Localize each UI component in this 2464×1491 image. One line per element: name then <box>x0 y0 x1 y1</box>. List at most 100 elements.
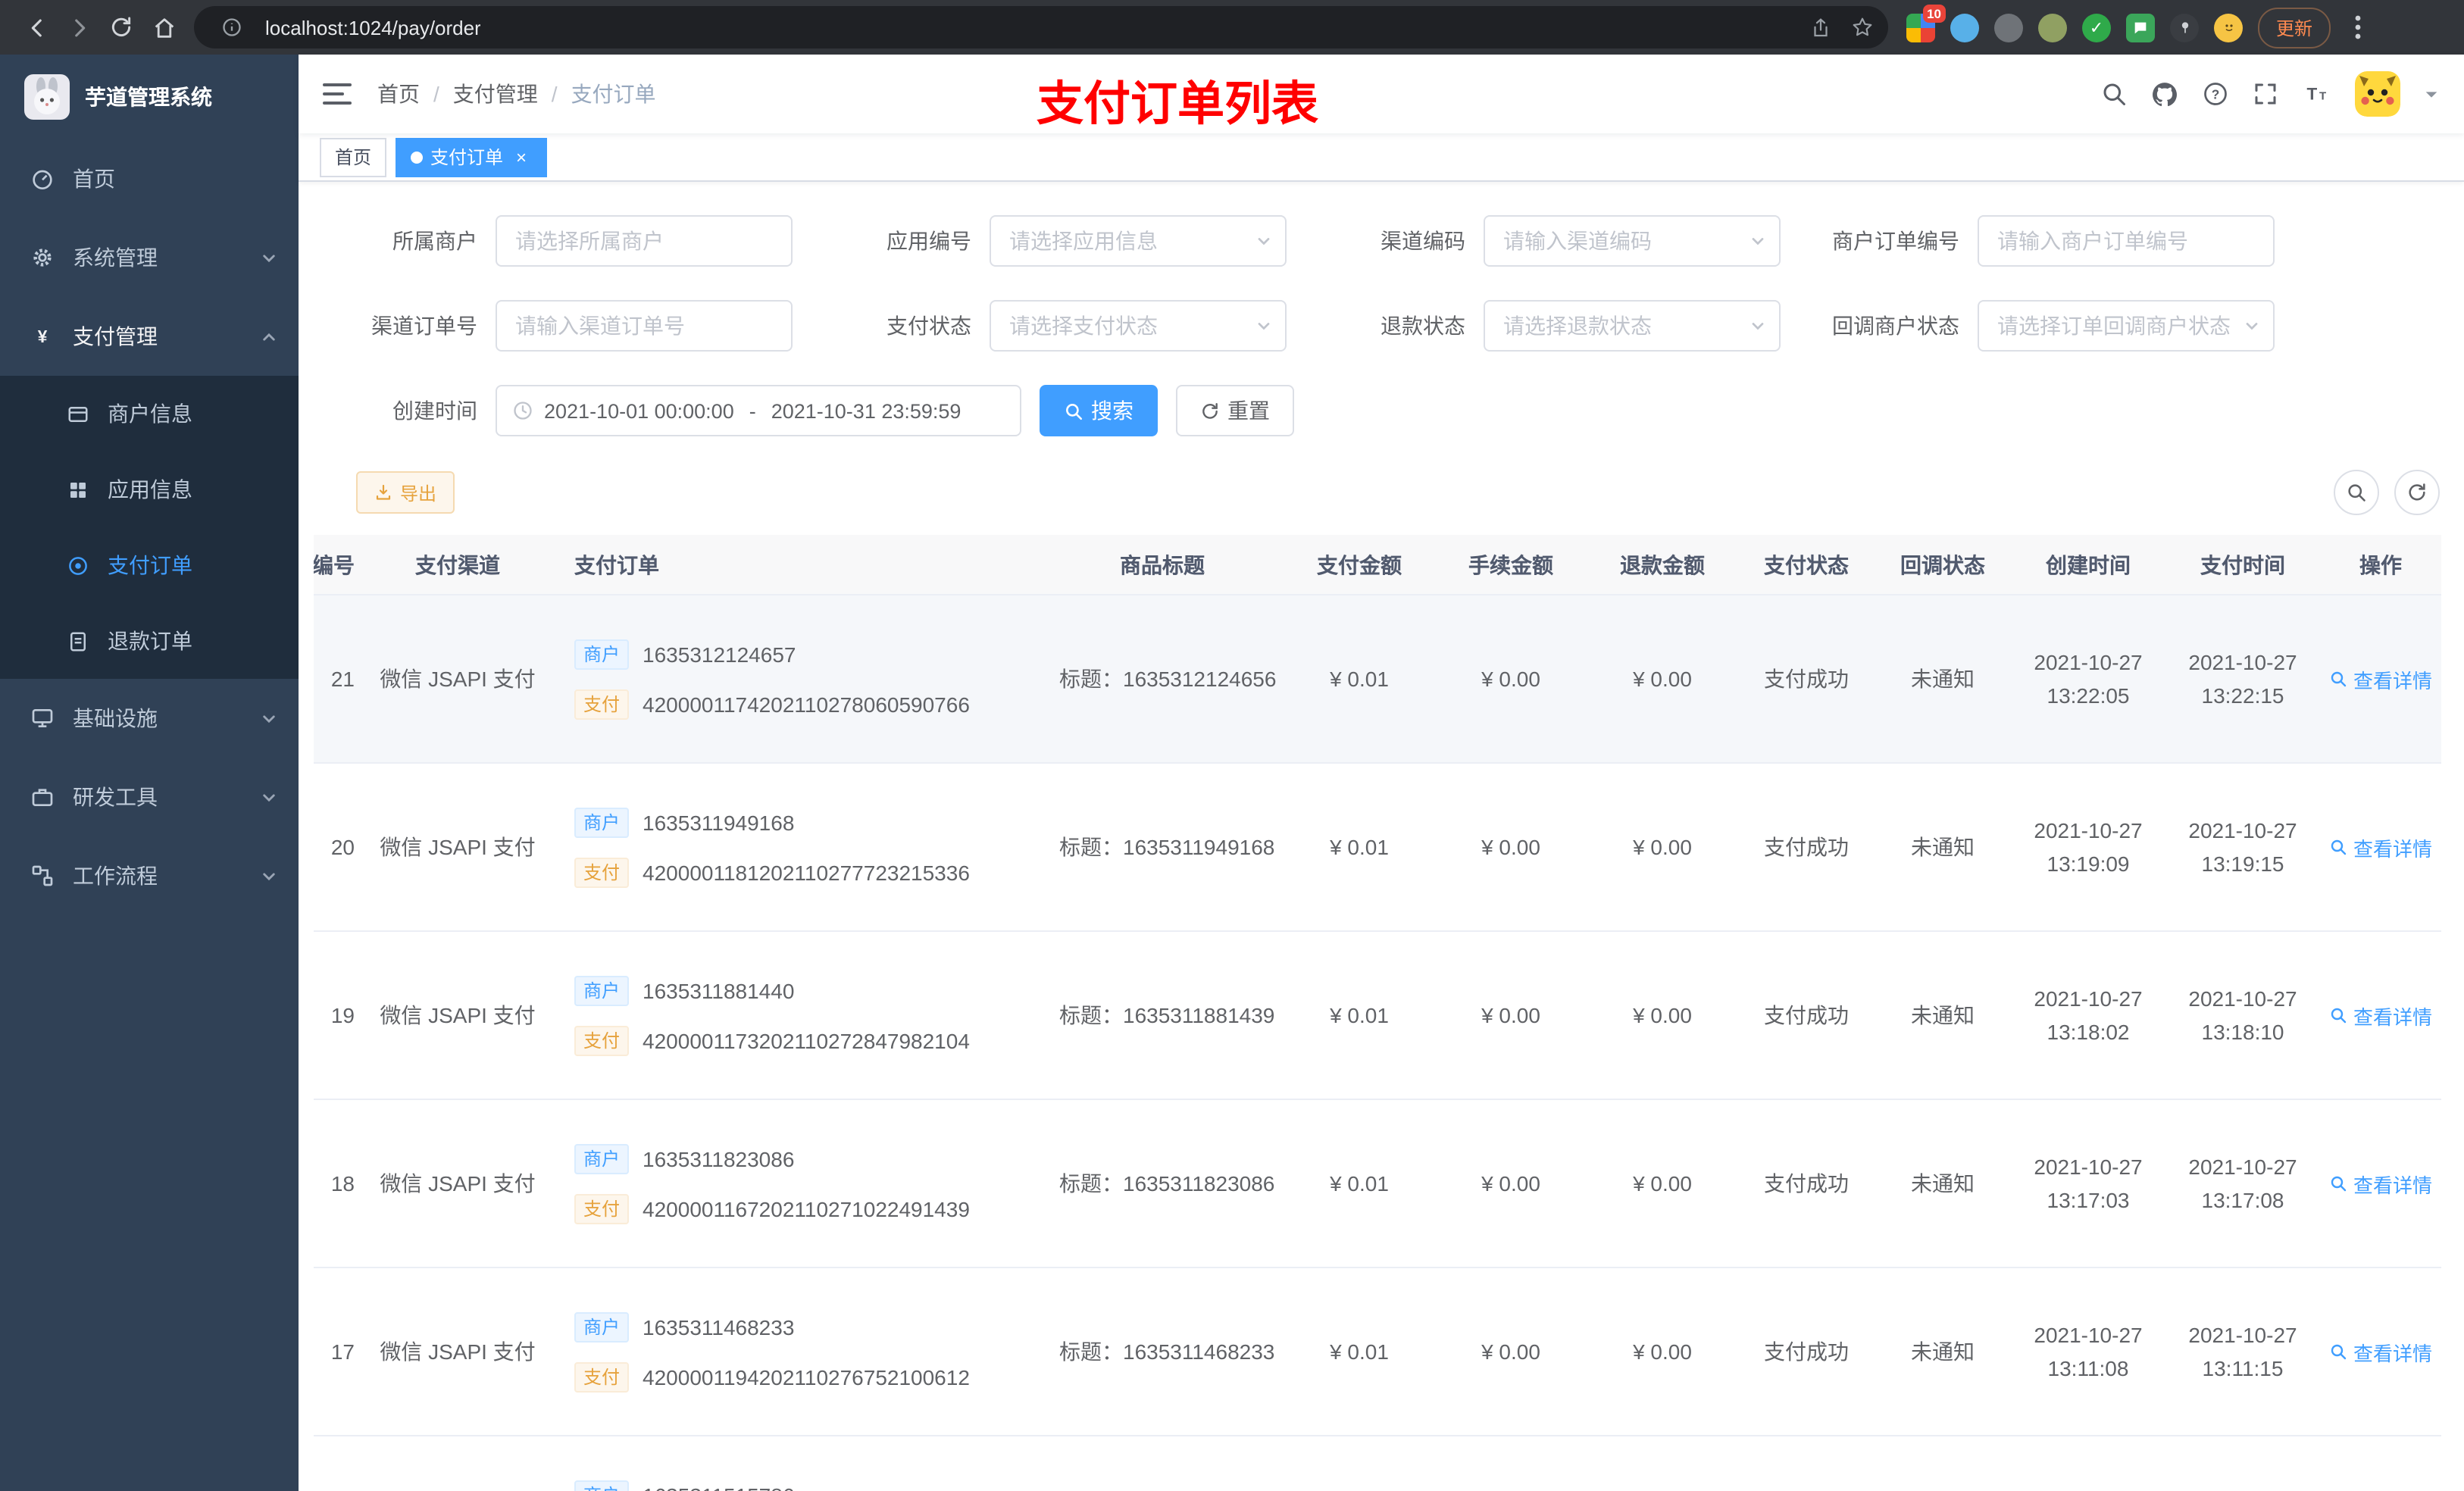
dashboard-icon <box>33 170 52 189</box>
sidebar-item-payment[interactable]: ¥ 支付管理 <box>0 297 299 376</box>
pay-channel: 微信 JSAPI 支付 <box>380 1171 536 1196</box>
channel-order-no-input[interactable] <box>497 302 791 350</box>
notify-status-select[interactable] <box>1979 302 2273 350</box>
table-row[interactable]: 18 微信 JSAPI 支付 商户 1635311823086 支付 42000… <box>314 1100 2441 1268</box>
pay-order-table: 编号 支付渠道 支付订单 商品标题 支付金额 手续金额 退款金额 支付状态 回调… <box>314 535 2441 1491</box>
page-content: 所属商户 应用编号 渠道编码 <box>299 182 2464 1491</box>
table-row[interactable]: 21 微信 JSAPI 支付 商户 1635312124657 支付 42000… <box>314 595 2441 764</box>
extension-icon-check[interactable]: ✓ <box>2082 13 2111 42</box>
view-detail-link[interactable]: 查看详情 <box>2329 664 2432 693</box>
view-detail-link[interactable]: 查看详情 <box>2329 1337 2432 1366</box>
sidebar-item-refund-order[interactable]: 退款订单 <box>0 603 299 679</box>
close-icon[interactable]: × <box>511 146 532 167</box>
user-menu-caret-icon[interactable] <box>2423 86 2440 102</box>
create-time-label: 创建时间 <box>392 399 477 423</box>
font-size-icon[interactable]: TT <box>2302 80 2332 108</box>
reset-button[interactable]: 重置 <box>1176 385 1294 436</box>
sidebar-item-home[interactable]: 首页 <box>0 139 299 218</box>
view-detail-link[interactable]: 查看详情 <box>2329 833 2432 861</box>
site-info-icon[interactable] <box>212 8 252 47</box>
breadcrumb-home[interactable]: 首页 <box>377 79 420 109</box>
toggle-search-button[interactable] <box>2334 470 2379 515</box>
github-icon[interactable] <box>2150 80 2179 108</box>
merchant-tag: 商户 <box>574 975 630 1005</box>
channel-code-input[interactable] <box>1485 217 1779 265</box>
sidebar-item-app-info[interactable]: 应用信息 <box>0 452 299 527</box>
sidebar-item-infra[interactable]: 基础设施 <box>0 679 299 758</box>
table-row[interactable]: 20 微信 JSAPI 支付 商户 1635311949168 支付 42000… <box>314 764 2441 932</box>
forward-icon[interactable] <box>58 6 100 48</box>
extension-icon-chat[interactable] <box>2126 13 2155 42</box>
home-icon[interactable] <box>142 6 185 48</box>
extension-icon-olive[interactable] <box>2038 13 2067 42</box>
view-detail-link[interactable]: 查看详情 <box>2329 1001 2432 1030</box>
merchant-label: 所属商户 <box>392 229 477 253</box>
view-detail-link[interactable]: 查看详情 <box>2329 1169 2432 1198</box>
date-range-picker[interactable]: 2021-10-01 00:00:00 - 2021-10-31 23:59:5… <box>496 385 1021 436</box>
reload-icon[interactable] <box>100 6 142 48</box>
order-id: 18 <box>330 1171 355 1196</box>
table-row[interactable]: 19 微信 JSAPI 支付 商户 1635311881440 支付 42000… <box>314 932 2441 1100</box>
tab-home[interactable]: 首页 <box>320 137 387 177</box>
notify-status: 未通知 <box>1911 667 1975 691</box>
browser-update-button[interactable]: 更新 <box>2258 7 2331 48</box>
sidebar-item-devtools[interactable]: 研发工具 <box>0 758 299 836</box>
fee-amount: ¥ 0.00 <box>1481 1171 1540 1196</box>
back-icon[interactable] <box>15 6 58 48</box>
notify-status: 未通知 <box>1911 1339 1975 1364</box>
bookmark-star-icon[interactable] <box>1843 8 1882 47</box>
extension-icon-gray[interactable] <box>1994 13 2023 42</box>
share-icon[interactable] <box>1800 8 1840 47</box>
browser-toolbar: localhost:1024/pay/order 10 ✓ 更新 <box>0 0 2464 55</box>
pay-time: 2021-10-27 13:18:10 <box>2188 986 2297 1043</box>
sidebar-item-workflow[interactable]: 工作流程 <box>0 836 299 915</box>
sidebar-item-merchant-info[interactable]: 商户信息 <box>0 376 299 452</box>
merchant-order-no: 1635311949168 <box>643 810 795 834</box>
svg-text:?: ? <box>2212 86 2220 102</box>
sidebar-item-system[interactable]: 系统管理 <box>0 218 299 297</box>
app-no-select[interactable] <box>991 217 1285 265</box>
table-row[interactable]: 17 微信 JSAPI 支付 商户 1635311468233 支付 42000… <box>314 1268 2441 1436</box>
export-button[interactable]: 导出 <box>356 471 455 514</box>
user-avatar[interactable] <box>2355 71 2400 117</box>
tab-pay-order[interactable]: 支付订单 × <box>396 137 548 177</box>
table-row[interactable]: 16 微信 JSAPI 支付 商户 1635311515786 支付 <box>314 1436 2441 1491</box>
order-id: 19 <box>330 1003 355 1027</box>
header-search-icon[interactable] <box>2100 80 2128 108</box>
merchant-order-no-input[interactable] <box>1979 217 2273 265</box>
merchant-order-no: 1635311515786 <box>643 1483 794 1491</box>
pay-tag: 支付 <box>574 857 630 887</box>
pay-channel: 微信 JSAPI 支付 <box>380 835 536 859</box>
pay-status: 支付成功 <box>1764 835 1849 859</box>
fullscreen-icon[interactable] <box>2252 80 2279 108</box>
pay-channel: 微信 JSAPI 支付 <box>380 1339 536 1364</box>
extension-icon-pin[interactable] <box>2170 13 2199 42</box>
app-logo <box>24 74 70 120</box>
help-icon[interactable]: ? <box>2202 80 2229 108</box>
extension-icon-face[interactable] <box>2214 13 2243 42</box>
chevron-up-icon <box>261 328 277 345</box>
browser-menu-icon[interactable] <box>2355 15 2361 39</box>
goods-title: 标题： 1635311949168 <box>1059 835 1275 859</box>
order-id: 17 <box>330 1339 355 1364</box>
extension-icon-grid[interactable]: 10 <box>1906 4 1946 42</box>
extension-icon-blue[interactable] <box>1950 13 1979 42</box>
pay-order-numbers: 商户 1635311823086 支付 42000011672021102710… <box>556 1100 1041 1267</box>
search-icon <box>2331 1344 2347 1360</box>
refresh-table-button[interactable] <box>2394 470 2440 515</box>
address-bar[interactable]: localhost:1024/pay/order <box>194 6 1888 48</box>
url-text[interactable]: localhost:1024/pay/order <box>265 16 481 39</box>
merchant-select[interactable] <box>497 217 791 265</box>
pay-status-select[interactable] <box>991 302 1285 350</box>
search-button[interactable]: 搜索 <box>1040 385 1158 436</box>
refund-status-select[interactable] <box>1485 302 1779 350</box>
app-logo-row[interactable]: 芋道管理系统 <box>0 55 299 139</box>
pay-status: 支付成功 <box>1764 1171 1849 1196</box>
col-fee: 手续金额 <box>1468 552 1553 577</box>
notify-status: 未通知 <box>1911 1171 1975 1196</box>
yen-icon: ¥ <box>38 327 48 346</box>
sidebar-toggle-icon[interactable] <box>323 83 352 105</box>
sidebar-item-pay-order[interactable]: 支付订单 <box>0 527 299 603</box>
breadcrumb-payment[interactable]: 支付管理 <box>453 79 538 109</box>
pay-tag: 支付 <box>574 1361 630 1392</box>
